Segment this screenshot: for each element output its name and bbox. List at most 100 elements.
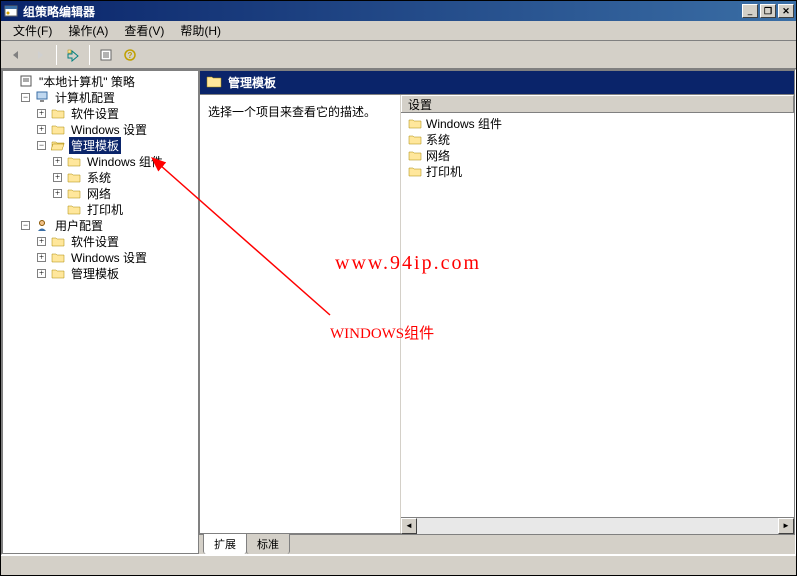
expand-icon[interactable]: +: [53, 189, 62, 198]
tree-network[interactable]: + 网络: [53, 185, 196, 201]
tree-label: 软件设置: [69, 105, 121, 122]
collapse-icon[interactable]: −: [21, 93, 30, 102]
expand-icon[interactable]: +: [37, 109, 46, 118]
minimize-button[interactable]: _: [742, 4, 758, 18]
titlebar: 组策略编辑器 _ ❐ ✕: [1, 1, 796, 21]
folder-icon: [66, 170, 82, 184]
tree-admin-templates[interactable]: − 管理模板: [37, 137, 196, 153]
folder-icon: [50, 106, 66, 120]
help-button[interactable]: ?: [119, 44, 141, 66]
tree-system[interactable]: + 系统: [53, 169, 196, 185]
window-title: 组策略编辑器: [23, 3, 742, 20]
list-item-network[interactable]: 网络: [403, 147, 792, 163]
collapse-icon[interactable]: −: [21, 221, 30, 230]
statusbar: [1, 555, 796, 575]
forward-button[interactable]: [29, 44, 51, 66]
tree-printers[interactable]: 打印机: [53, 201, 196, 217]
tree-label: Windows 组件: [85, 153, 165, 170]
folder-icon: [50, 122, 66, 136]
folder-icon: [66, 154, 82, 168]
folder-icon: [407, 132, 423, 146]
tree-label: Windows 设置: [69, 121, 149, 138]
tree-label: 网络: [85, 185, 113, 202]
tree-spacer: [53, 205, 62, 214]
folder-icon: [50, 266, 66, 280]
tabs: 扩展 标准: [199, 534, 795, 554]
scroll-left-button[interactable]: ◄: [401, 518, 417, 534]
folder-icon: [407, 164, 423, 178]
tree-label-selected: 管理模板: [69, 137, 121, 154]
tree-label: "本地计算机" 策略: [37, 73, 137, 90]
tree-label: 用户配置: [53, 217, 105, 234]
tree-windows-settings[interactable]: + Windows 设置: [37, 121, 196, 137]
collapse-icon[interactable]: −: [37, 141, 46, 150]
tree-computer-config[interactable]: − 计算机配置: [21, 89, 196, 105]
expand-icon[interactable]: +: [37, 269, 46, 278]
policy-icon: [18, 74, 34, 88]
folder-open-icon: [50, 138, 66, 152]
folder-icon: [50, 234, 66, 248]
folder-icon: [407, 116, 423, 130]
scroll-track[interactable]: [417, 518, 778, 534]
tab-extended[interactable]: 扩展: [203, 533, 247, 554]
right-header: 管理模板: [199, 70, 795, 94]
tree-label: 管理模板: [69, 265, 121, 282]
description-text: 选择一个项目来查看它的描述。: [208, 105, 376, 119]
folder-icon: [66, 186, 82, 200]
description-pane: 选择一个项目来查看它的描述。: [200, 95, 400, 533]
list-item-windows-components[interactable]: Windows 组件: [403, 115, 792, 131]
tree-panel[interactable]: "本地计算机" 策略 − 计算机配置 + 软件设置: [2, 70, 199, 554]
list-item-system[interactable]: 系统: [403, 131, 792, 147]
maximize-button[interactable]: ❐: [760, 4, 776, 18]
expand-icon[interactable]: +: [37, 125, 46, 134]
back-button[interactable]: [5, 44, 27, 66]
tree-user-config[interactable]: − 用户配置: [21, 217, 196, 233]
svg-text:?: ?: [128, 51, 133, 60]
tree-root[interactable]: "本地计算机" 策略: [5, 73, 196, 89]
app-icon: [3, 3, 19, 19]
computer-icon: [34, 90, 50, 104]
menu-file[interactable]: 文件(F): [5, 20, 60, 41]
user-icon: [34, 218, 50, 232]
folder-icon: [407, 148, 423, 162]
list-item-label: 打印机: [426, 163, 462, 180]
tree-software-settings[interactable]: + 软件设置: [37, 105, 196, 121]
tree-label: 打印机: [85, 201, 125, 218]
menu-help[interactable]: 帮助(H): [172, 20, 229, 41]
tree-spacer: [5, 77, 14, 86]
tree-user-software-settings[interactable]: + 软件设置: [37, 233, 196, 249]
folder-icon: [206, 74, 222, 91]
tree-user-windows-settings[interactable]: + Windows 设置: [37, 249, 196, 265]
tree-windows-components[interactable]: + Windows 组件: [53, 153, 196, 169]
up-button[interactable]: [62, 44, 84, 66]
expand-icon[interactable]: +: [37, 237, 46, 246]
menu-action[interactable]: 操作(A): [60, 20, 116, 41]
close-button[interactable]: ✕: [778, 4, 794, 18]
list-header[interactable]: 设置: [401, 95, 794, 113]
toolbar: ?: [1, 41, 796, 69]
tree-label: 计算机配置: [53, 89, 117, 106]
menubar: 文件(F) 操作(A) 查看(V) 帮助(H): [1, 21, 796, 41]
tab-standard[interactable]: 标准: [246, 533, 290, 554]
tree-user-admin-templates[interactable]: + 管理模板: [37, 265, 196, 281]
properties-button[interactable]: [95, 44, 117, 66]
expand-icon[interactable]: +: [37, 253, 46, 262]
list-body[interactable]: Windows 组件 系统 网络 打印机: [401, 113, 794, 517]
list-item-printers[interactable]: 打印机: [403, 163, 792, 179]
horizontal-scrollbar[interactable]: ◄ ►: [401, 517, 794, 533]
right-panel: 管理模板 选择一个项目来查看它的描述。 设置 Windows 组件 系统 网络 …: [199, 70, 795, 554]
folder-icon: [66, 202, 82, 216]
list-item-label: 系统: [426, 131, 450, 148]
tree-label: 软件设置: [69, 233, 121, 250]
expand-icon[interactable]: +: [53, 173, 62, 182]
right-header-title: 管理模板: [228, 74, 276, 91]
column-header-settings[interactable]: 设置: [401, 95, 794, 112]
expand-icon[interactable]: +: [53, 157, 62, 166]
tree-label: Windows 设置: [69, 249, 149, 266]
menu-view[interactable]: 查看(V): [116, 20, 172, 41]
list-pane: 设置 Windows 组件 系统 网络 打印机 ◄ ►: [400, 95, 794, 533]
list-item-label: Windows 组件: [426, 115, 502, 132]
scroll-right-button[interactable]: ►: [778, 518, 794, 534]
tree-label: 系统: [85, 169, 113, 186]
list-item-label: 网络: [426, 147, 450, 164]
